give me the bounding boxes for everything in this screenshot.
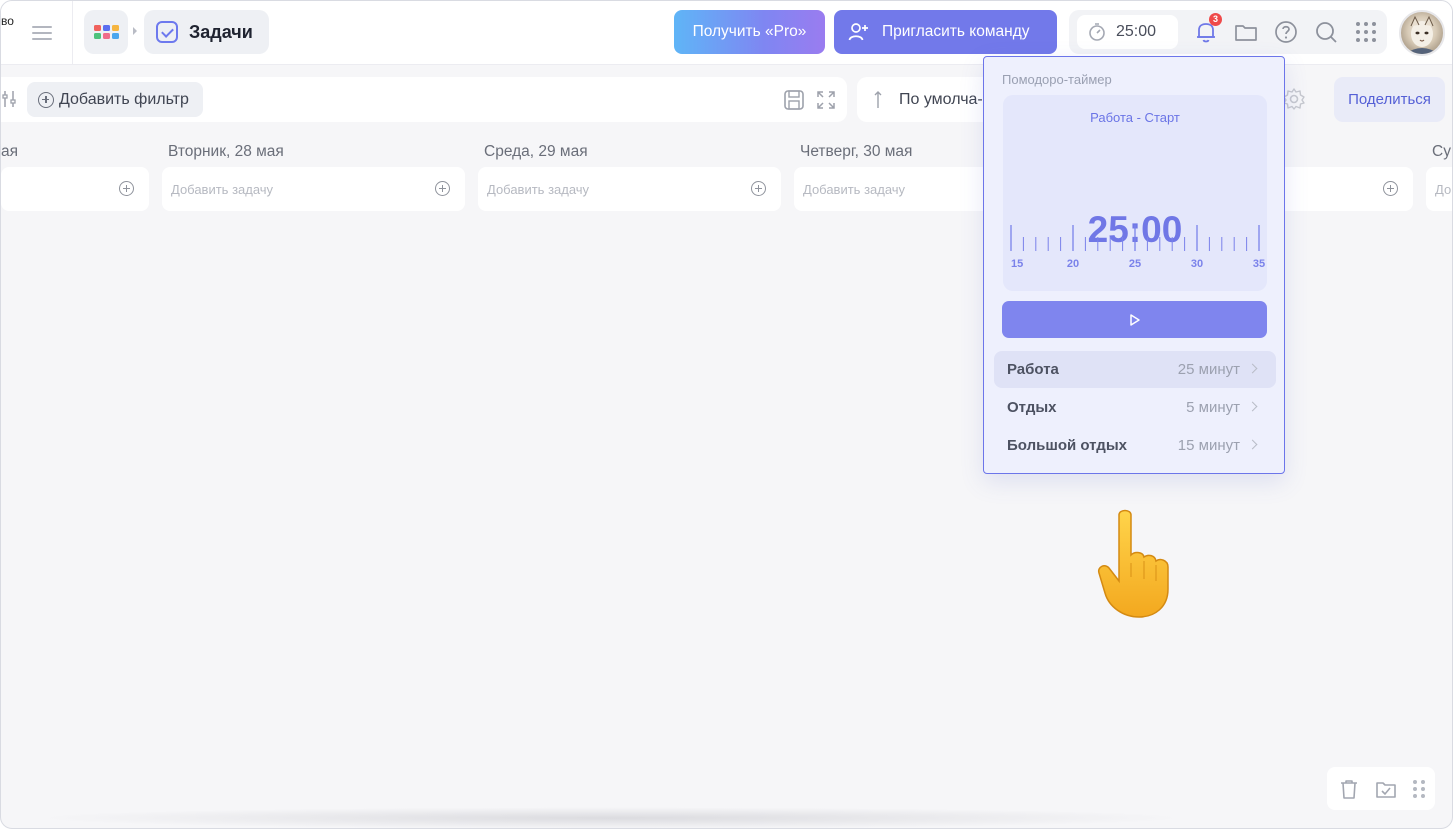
add-user-icon [848,23,868,41]
apps-grid-button[interactable] [84,10,128,54]
pomodoro-card: Работа - Старт 25:00 15 20 25 30 35 [1003,95,1267,291]
breadcrumb-tasks[interactable]: Задачи [144,10,269,54]
add-task-placeholder: До [1435,181,1452,197]
row-label: Большой отдых [1007,437,1127,454]
drag-handle-icon[interactable] [1411,778,1427,800]
invite-team-label: Пригласить команду [882,23,1030,40]
add-filter-label: Добавить фильтр [59,90,189,108]
scale-label: 25 [1129,258,1141,270]
plus-circle-icon [38,91,54,108]
break-duration-row[interactable]: Отдых 5 минут [994,389,1276,426]
add-filter-button[interactable]: Добавить фильтр [27,82,203,117]
pointing-hand-icon [1097,509,1169,618]
gear-icon[interactable] [1282,87,1306,111]
get-pro-button[interactable]: Получить «Pro» [674,10,825,54]
menu-icon[interactable] [29,21,55,45]
scale-label: 30 [1191,258,1203,270]
pomodoro-timer-button[interactable]: 25:00 [1077,15,1178,49]
day-header: Четверг, 30 мая [800,143,913,160]
scale-label: 20 [1067,258,1079,270]
add-task-placeholder: Добавить задачу [803,181,906,197]
work-duration-row[interactable]: Работа 25 минут [994,351,1276,388]
stopwatch-icon [1089,23,1105,41]
day-header: ая [1,143,19,160]
breadcrumb-arrow-icon [133,27,137,35]
pomodoro-popup: Помодоро-таймер Работа - Старт 25:00 15 2… [983,56,1285,474]
chevron-right-icon [1247,401,1258,412]
add-task-placeholder: Добавить задачу [171,181,274,197]
day-header: Среда, 29 мая [484,143,588,160]
add-task-plus-icon[interactable] [119,181,134,196]
add-task-placeholder: Добавить задачу [487,181,590,197]
app-window: во Задачи Получить «Pro» Пригласить кома… [0,0,1453,829]
day-header: Вторник, 28 мая [168,143,284,160]
workspace-name[interactable]: во [1,14,14,28]
pomodoro-status: Работа - Старт [1090,110,1180,125]
long-break-duration-row[interactable]: Большой отдых 15 минут [994,427,1276,464]
notifications-badge: 3 [1209,13,1222,26]
share-button[interactable]: Поделиться [1334,77,1445,122]
chevron-right-icon [1247,363,1258,374]
scale-label: 35 [1253,258,1265,270]
row-value: 5 минут [1186,399,1240,416]
row-label: Отдых [1007,399,1057,416]
add-task-input[interactable] [1,167,149,211]
trash-icon[interactable] [1338,778,1360,800]
divider [72,1,73,65]
add-task-plus-icon[interactable] [751,181,766,196]
chevron-right-icon [1247,439,1258,450]
avatar-image [1405,15,1439,54]
page-title: Задачи [189,21,253,42]
add-task-plus-icon[interactable] [435,181,450,196]
sort-arrows-icon [874,90,882,108]
user-avatar[interactable] [1399,10,1445,56]
scale-label: 15 [1011,258,1023,270]
row-value: 25 минут [1177,361,1240,378]
add-task-plus-icon[interactable] [1383,181,1398,196]
time-scale-slider[interactable]: 15 20 25 30 35 [1003,225,1267,285]
apps-dots-icon[interactable] [1353,19,1379,45]
apps-grid-icon [93,25,119,39]
help-icon[interactable] [1273,19,1299,45]
invite-team-button[interactable]: Пригласить команду [834,10,1057,54]
folder-check-icon[interactable] [1375,778,1397,800]
sort-selector[interactable]: По умолча- [857,77,987,122]
add-task-input[interactable]: До [1426,167,1452,211]
day-header: Су [1432,143,1451,160]
filter-settings-icon[interactable] [1,89,19,109]
timer-value: 25:00 [1116,23,1157,40]
search-icon[interactable] [1313,19,1339,45]
checkbox-icon [156,21,178,43]
expand-icon[interactable] [815,89,837,111]
save-icon[interactable] [783,89,805,111]
add-task-input[interactable]: Добавить задачу [478,167,781,211]
start-timer-button[interactable] [1002,301,1267,338]
folder-icon[interactable] [1233,19,1259,45]
pomodoro-title: Помодоро-таймер [1002,72,1112,87]
sort-label: По умолча- [899,90,983,108]
play-icon [1129,313,1140,326]
row-value: 15 минут [1177,437,1240,454]
add-task-input[interactable]: Добавить задачу [162,167,465,211]
row-label: Работа [1007,361,1059,378]
scroll-shadow [31,807,1191,828]
